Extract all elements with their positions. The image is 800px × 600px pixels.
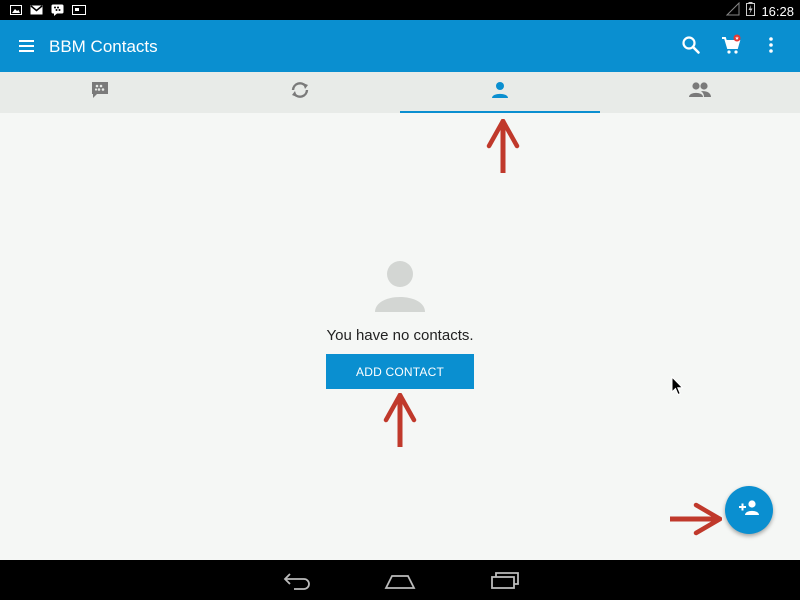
empty-state-message: You have no contacts. <box>326 327 474 344</box>
search-icon[interactable] <box>680 34 702 56</box>
gmail-icon <box>30 3 43 21</box>
annotation-arrow-right-icon <box>670 502 722 536</box>
notification-icons <box>10 3 86 21</box>
contacts-content: You have no contacts. ADD CONTACT <box>0 113 800 560</box>
tab-updates[interactable] <box>200 72 400 113</box>
menu-icon[interactable] <box>18 38 36 54</box>
app-bar-actions <box>680 34 782 56</box>
recents-icon[interactable] <box>490 571 520 594</box>
annotation-arrow-up-icon <box>486 119 520 173</box>
chat-icon <box>90 80 110 105</box>
updates-icon <box>289 80 311 105</box>
tab-bar <box>0 72 800 113</box>
back-icon[interactable] <box>282 570 312 595</box>
home-icon[interactable] <box>384 572 416 595</box>
add-person-icon <box>737 498 761 523</box>
image-notification-icon <box>10 3 22 21</box>
no-signal-icon <box>726 1 740 21</box>
add-contact-fab[interactable] <box>725 486 773 534</box>
app-title: BBM Contacts <box>49 37 158 56</box>
groups-icon <box>688 80 712 105</box>
add-contact-button[interactable]: ADD CONTACT <box>326 354 474 389</box>
status-bar: 16:28 <box>0 0 800 20</box>
shop-cart-icon[interactable] <box>720 34 742 56</box>
contact-person-icon <box>490 80 510 105</box>
status-time: 16:28 <box>761 4 794 19</box>
tab-chats[interactable] <box>0 72 200 113</box>
empty-contacts-avatar-icon <box>372 259 428 318</box>
battery-charging-icon <box>746 2 756 21</box>
mouse-cursor-icon <box>671 376 684 396</box>
tablet-icon <box>72 3 86 21</box>
overflow-menu-icon[interactable] <box>760 34 782 56</box>
annotation-arrow-up-icon <box>383 393 417 447</box>
system-status: 16:28 <box>726 1 794 21</box>
app-bar: BBM Contacts <box>0 20 800 72</box>
system-nav-bar <box>0 560 800 600</box>
tab-groups[interactable] <box>600 72 800 113</box>
bbm-notification-icon <box>51 3 64 21</box>
tab-contacts[interactable] <box>400 72 600 113</box>
